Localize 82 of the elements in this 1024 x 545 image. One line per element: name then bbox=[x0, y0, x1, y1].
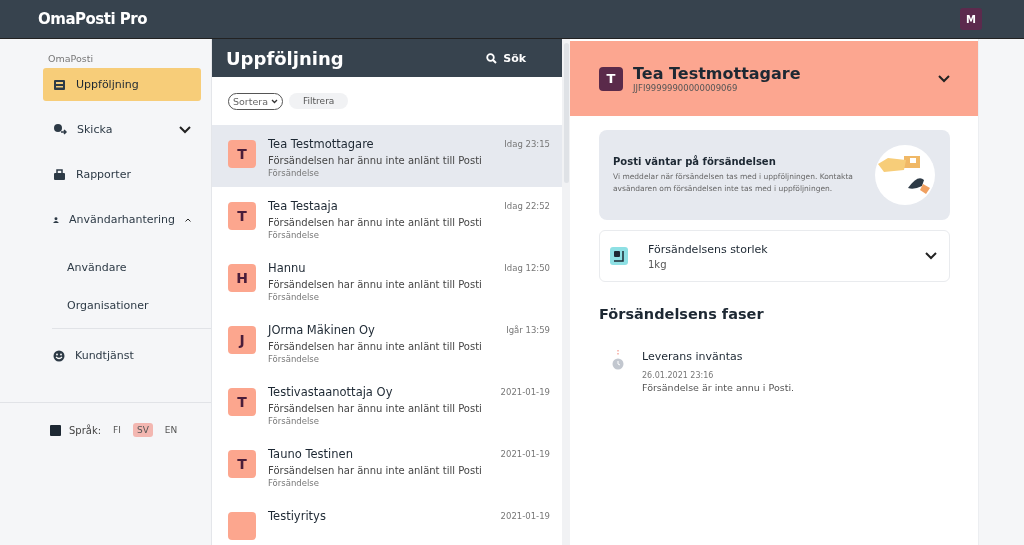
app-logo: OmaPosti Pro bbox=[38, 10, 147, 28]
language-option[interactable]: SV bbox=[132, 423, 153, 437]
sort-dropdown[interactable]: Sortera bbox=[228, 92, 284, 110]
shipment-row[interactable]: J JOrma Mäkinen Oy Försändelsen har ännu inte anlänt till Posti Försändelse Igår 13:59 bbox=[212, 311, 562, 373]
shipment-type: Försändelse bbox=[268, 478, 320, 488]
phase-text: Försändelse är inte annu i Posti. bbox=[642, 382, 795, 393]
language-option[interactable]: FI bbox=[109, 423, 125, 437]
filter-button[interactable]: Filtrera bbox=[289, 93, 349, 109]
recipient-name: Tea Testmottagare bbox=[268, 137, 375, 152]
clock-icon bbox=[612, 350, 624, 370]
recipient-name: Tea Testmottagare bbox=[633, 64, 802, 83]
phase-title: Leverans inväntas bbox=[642, 350, 744, 363]
shipment-status: Försändelsen har ännu inte anlänt till Posti bbox=[268, 403, 483, 414]
shipment-row[interactable]: T Testivastaanottaja Oy Försändelsen har ännu inte anlänt till Posti Försändelse 2021-01-19 bbox=[212, 373, 562, 435]
timestamp: 2021-01-19 bbox=[500, 386, 550, 399]
shipment-row[interactable]: Testiyritys 2021-01-19 bbox=[212, 497, 562, 545]
nav-subitem[interactable]: Användare bbox=[67, 248, 211, 286]
send-icon bbox=[53, 123, 67, 136]
avatar: T bbox=[228, 450, 256, 478]
avatar: T bbox=[228, 388, 256, 416]
recipient-name: JOrma Mäkinen Oy bbox=[268, 323, 376, 338]
timestamp: Idag 22:52 bbox=[504, 200, 550, 213]
nav-item[interactable]: Uppföljning bbox=[43, 68, 201, 101]
recipient-name: Testiyritys bbox=[268, 509, 327, 524]
notice-title: Posti väntar på försändelsen bbox=[613, 155, 777, 167]
briefcase-icon bbox=[53, 168, 66, 181]
timestamp: Igår 13:59 bbox=[506, 324, 550, 337]
timestamp: Idag 23:15 bbox=[504, 138, 550, 151]
language-label: Språk: bbox=[69, 424, 102, 436]
list-title: Uppföljning bbox=[226, 47, 344, 69]
shipment-row[interactable]: H Hannu Försändelsen har ännu inte anlänt till Posti Försändelse Idag 12:50 bbox=[212, 249, 562, 311]
chevron-down-icon[interactable] bbox=[925, 252, 937, 260]
recipient-name: Tea Testaaja bbox=[268, 199, 339, 214]
chevron-down-icon bbox=[271, 98, 279, 104]
recipient-avatar: T bbox=[599, 66, 623, 91]
smiley-icon bbox=[53, 349, 65, 362]
nav-item[interactable]: Kundtjänst bbox=[43, 339, 201, 372]
shipment-type: Försändelse bbox=[268, 230, 320, 240]
shipment-status: Försändelsen har ännu inte anlänt till Posti bbox=[268, 341, 483, 352]
language-option[interactable]: EN bbox=[160, 423, 182, 437]
phases-heading: Försändelsens faser bbox=[599, 306, 765, 322]
recipient-name: Tauno Testinen bbox=[268, 447, 354, 462]
section-label: OmaPosti bbox=[48, 53, 95, 64]
size-title: Försändelsens storlek bbox=[648, 242, 769, 256]
scrollbar-thumb[interactable] bbox=[563, 43, 569, 183]
shipment-type: Försändelse bbox=[268, 168, 320, 178]
shipment-row[interactable]: T Tauno Testinen Försändelsen har ännu inte anlänt till Posti Försändelse 2021-01-19 bbox=[212, 435, 562, 497]
phase-date: 26.01.2021 23:16 bbox=[642, 371, 715, 380]
search-button[interactable]: Sök bbox=[480, 50, 532, 66]
avatar: H bbox=[228, 264, 256, 292]
shipment-status: Försändelsen har ännu inte anlänt till Posti bbox=[268, 279, 483, 290]
chevron-down-icon[interactable] bbox=[938, 74, 950, 83]
shipment-status: Försändelsen har ännu inte anlänt till Posti bbox=[268, 217, 483, 228]
nav-item[interactable]: Skicka bbox=[43, 113, 201, 146]
shipment-row[interactable]: T Tea Testmottagare Försändelsen har ännu inte anlänt till Posti Försändelse Idag 23:15 bbox=[212, 125, 562, 187]
shipment-type: Försändelse bbox=[268, 416, 320, 426]
user-avatar[interactable]: M bbox=[960, 8, 982, 30]
shipment-row[interactable]: T Tea Testaaja Försändelsen har ännu inte anlänt till Posti Försändelse Idag 22:52 bbox=[212, 187, 562, 249]
shipment-type: Försändelse bbox=[268, 292, 320, 302]
recipient-name: Testivastaanottaja Oy bbox=[268, 385, 394, 400]
nav-item[interactable]: Användarhantering bbox=[43, 203, 201, 236]
inbox-icon bbox=[53, 78, 66, 91]
shipment-status: Försändelsen har ännu inte anlänt till Posti bbox=[268, 155, 483, 166]
timestamp: Idag 12:50 bbox=[504, 262, 550, 275]
nav-subitem[interactable]: Organisationer bbox=[67, 286, 211, 324]
shipment-type: Försändelse bbox=[268, 354, 320, 364]
timestamp: 2021-01-19 bbox=[500, 448, 550, 461]
avatar: T bbox=[228, 202, 256, 230]
avatar: T bbox=[228, 140, 256, 168]
shipment-status: Försändelsen har ännu inte anlänt till Posti bbox=[268, 465, 483, 476]
avatar: J bbox=[228, 326, 256, 354]
size-card[interactable]: Försändelsens storlek 1kg bbox=[599, 230, 950, 282]
nav-item[interactable]: Rapporter bbox=[43, 158, 201, 191]
scale-icon bbox=[610, 247, 628, 265]
tracking-number: JJFI99999900000009069 bbox=[633, 83, 739, 93]
size-value: 1kg bbox=[648, 258, 668, 270]
chevron-down-icon[interactable] bbox=[179, 125, 191, 134]
parcel-handover-illustration bbox=[874, 144, 936, 206]
timestamp: 2021-01-19 bbox=[500, 510, 550, 523]
recipient-name: Hannu bbox=[268, 261, 307, 276]
search-icon bbox=[486, 52, 498, 64]
avatar bbox=[228, 512, 256, 540]
